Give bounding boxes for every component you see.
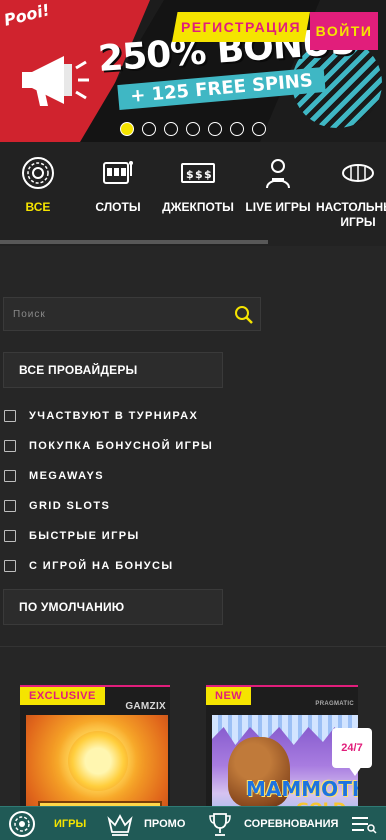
filter-fast-games-label: БЫСТРЫЕ ИГРЫ xyxy=(29,530,140,542)
support-chat-button[interactable]: 24/7 xyxy=(332,728,372,776)
category-live-games-label: LIVE ИГРЫ xyxy=(245,200,311,214)
nav-competitions[interactable]: СОРЕВНОВАНИЯ xyxy=(206,807,338,840)
svg-text:$: $ xyxy=(204,168,212,181)
crown-icon xyxy=(107,814,133,836)
filter-fast-games[interactable]: БЫСТРЫЕ ИГРЫ xyxy=(4,528,140,544)
carousel-dot-1[interactable] xyxy=(120,122,134,136)
search-icon[interactable] xyxy=(234,305,254,325)
carousel-dots xyxy=(120,122,266,136)
category-slots[interactable]: СЛОТЫ xyxy=(76,156,160,236)
roulette-icon xyxy=(9,811,35,837)
svg-text:$: $ xyxy=(195,168,203,181)
checkbox[interactable] xyxy=(4,530,16,542)
promo-banner[interactable]: Pooi! 250% BONUS + 125 FREE SPINS РЕГИСТ… xyxy=(0,0,386,142)
game-provider: PRAGMATIC xyxy=(315,701,354,707)
slot-machine-icon xyxy=(103,161,133,184)
trophy-icon xyxy=(209,813,231,836)
providers-select[interactable]: ВСЕ ПРОВАЙДЕРЫ xyxy=(3,352,223,388)
page: Pooi! 250% BONUS + 125 FREE SPINS РЕГИСТ… xyxy=(0,0,386,840)
checkbox[interactable] xyxy=(4,500,16,512)
filter-megaways-label: MEGAWAYS xyxy=(29,470,104,482)
game-badge: EXCLUSIVE xyxy=(20,687,105,705)
filter-bonus-buy[interactable]: ПОКУПКА БОНУСНОЙ ИГРЫ xyxy=(4,438,213,454)
category-table-games-label: НАСТОЛЬНЫЕ ИГРЫ xyxy=(316,200,386,229)
filter-bonus-games[interactable]: С ИГРОЙ НА БОНУСЫ xyxy=(4,558,174,574)
category-live-games[interactable]: LIVE ИГРЫ xyxy=(236,156,320,236)
checkbox[interactable] xyxy=(4,560,16,572)
game-provider: GAMZIX xyxy=(125,701,166,712)
category-all-label: ВСЕ xyxy=(25,200,51,214)
filter-grid-slots-label: GRID SLOTS xyxy=(29,500,111,512)
search-box xyxy=(3,297,261,331)
filter-tournaments-label: УЧАСТВУЮТ В ТУРНИРАХ xyxy=(29,410,199,422)
svg-text:$: $ xyxy=(186,168,194,181)
login-button[interactable]: ВОЙТИ xyxy=(310,12,378,50)
game-card[interactable]: EXCLUSIVE GAMZIX 3x3 EGYPT xyxy=(20,685,170,825)
category-slots-label: СЛОТЫ xyxy=(95,200,141,214)
sort-select[interactable]: ПО УМОЛЧАНИЮ xyxy=(3,589,223,625)
filter-grid-slots[interactable]: GRID SLOTS xyxy=(4,498,110,514)
carousel-dot-2[interactable] xyxy=(142,122,156,136)
megaphone-icon xyxy=(22,56,89,106)
table-games-icon xyxy=(342,164,374,182)
divider xyxy=(0,646,386,647)
category-all[interactable]: ВСЕ xyxy=(0,156,80,236)
filter-bonus-buy-label: ПОКУПКА БОНУСНОЙ ИГРЫ xyxy=(29,440,214,452)
carousel-dot-3[interactable] xyxy=(164,122,178,136)
search-input[interactable] xyxy=(4,298,226,330)
nav-competitions-label: СОРЕВНОВАНИЯ xyxy=(244,818,339,830)
nav-promo-label: ПРОМО xyxy=(144,818,186,830)
nav-games[interactable]: ИГРЫ xyxy=(44,807,86,840)
bottom-navigation: ИГРЫ ПРОМО СОРЕВНОВАНИЯ xyxy=(0,806,386,840)
carousel-dot-4[interactable] xyxy=(186,122,200,136)
checkbox[interactable] xyxy=(4,470,16,482)
category-table-games[interactable]: НАСТОЛЬНЫЕ ИГРЫ xyxy=(316,156,386,236)
checkbox[interactable] xyxy=(4,440,16,452)
nav-games-label: ИГРЫ xyxy=(54,818,87,830)
filter-megaways[interactable]: MEGAWAYS xyxy=(4,468,104,484)
category-bar: ВСЕ СЛОТЫ $ $ $ ДЖЕКПОТЫ LIVE ИГРЫ НАСТО… xyxy=(0,142,386,246)
jackpot-icon: $ $ $ xyxy=(181,163,215,183)
nav-promo[interactable]: ПРОМО xyxy=(106,807,185,840)
carousel-dot-7[interactable] xyxy=(252,122,266,136)
game-badge: NEW xyxy=(206,687,252,705)
game-title: MAMMOTH xyxy=(246,777,358,801)
category-jackpots[interactable]: $ $ $ ДЖЕКПОТЫ xyxy=(156,156,240,236)
carousel-dot-5[interactable] xyxy=(208,122,222,136)
sun-illustration xyxy=(68,731,128,791)
category-scrollbar[interactable] xyxy=(0,240,268,244)
filter-bonus-games-label: С ИГРОЙ НА БОНУСЫ xyxy=(29,560,174,572)
carousel-dot-6[interactable] xyxy=(230,122,244,136)
filter-tournaments[interactable]: УЧАСТВУЮТ В ТУРНИРАХ xyxy=(4,408,198,424)
checkbox[interactable] xyxy=(4,410,16,422)
register-button[interactable]: РЕГИСТРАЦИЯ xyxy=(172,12,310,42)
menu-icon xyxy=(352,817,377,834)
live-dealer-icon xyxy=(266,159,290,189)
nav-menu[interactable] xyxy=(350,807,378,840)
roulette-icon xyxy=(22,157,54,189)
category-jackpots-label: ДЖЕКПОТЫ xyxy=(162,200,234,214)
nav-casino[interactable] xyxy=(8,807,36,840)
